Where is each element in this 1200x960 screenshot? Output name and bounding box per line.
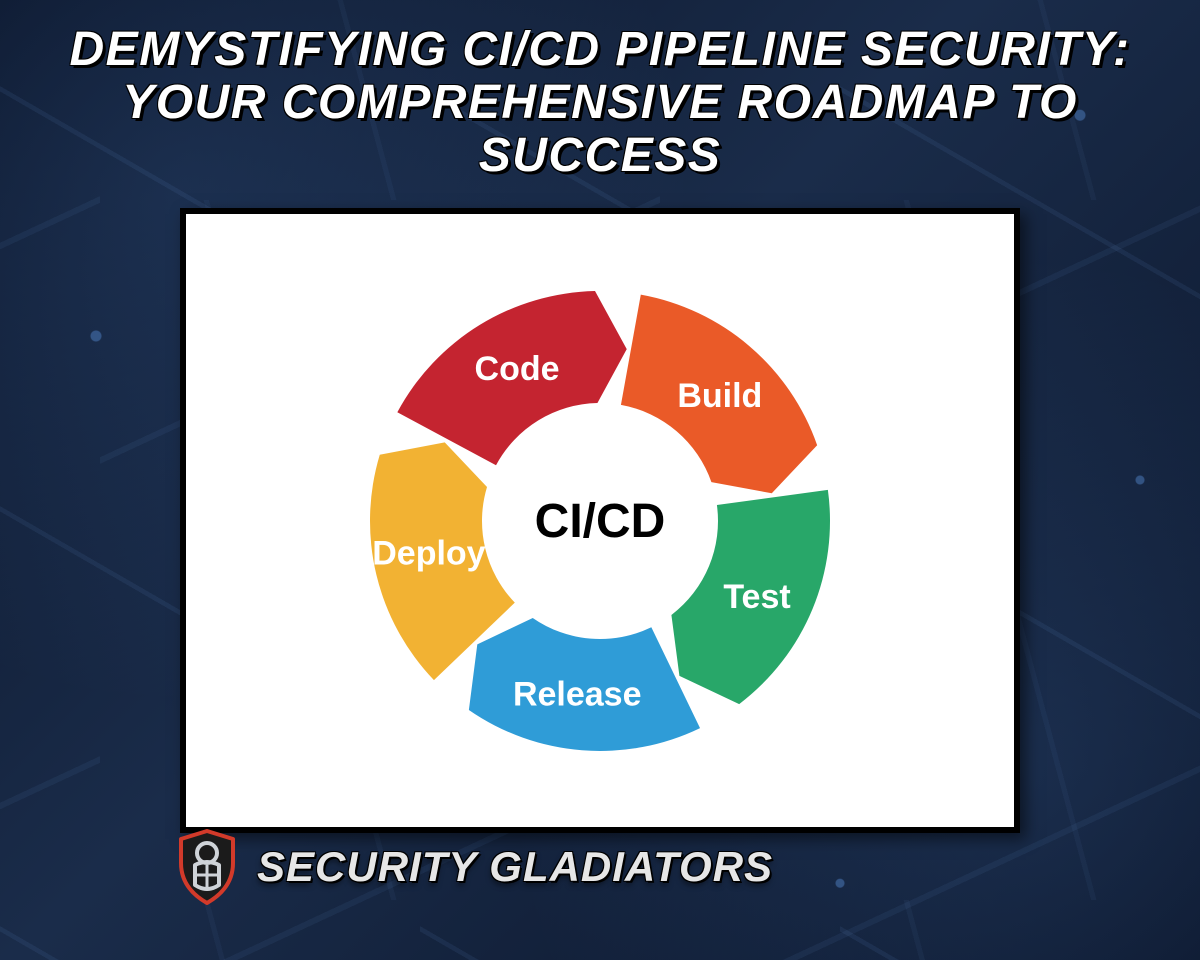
brand-name: SECURITY GLADIATORS [257, 843, 773, 891]
shield-icon [175, 829, 239, 905]
cycle-label-release: Release [513, 675, 642, 713]
cicd-cycle-diagram: Code Build Test Release Deploy CI/CD [320, 241, 880, 801]
cycle-label-build: Build [677, 377, 762, 415]
cycle-center-label: CI/CD [535, 495, 666, 548]
cycle-label-test: Test [723, 578, 790, 616]
brand-footer: SECURITY GLADIATORS [175, 829, 773, 905]
cycle-label-deploy: Deploy [372, 535, 485, 573]
page-title: DEMYSTIFYING CI/CD PIPELINE SECURITY: YO… [0, 0, 1200, 190]
diagram-panel: Code Build Test Release Deploy CI/CD [180, 208, 1020, 833]
cycle-label-code: Code [475, 350, 560, 388]
